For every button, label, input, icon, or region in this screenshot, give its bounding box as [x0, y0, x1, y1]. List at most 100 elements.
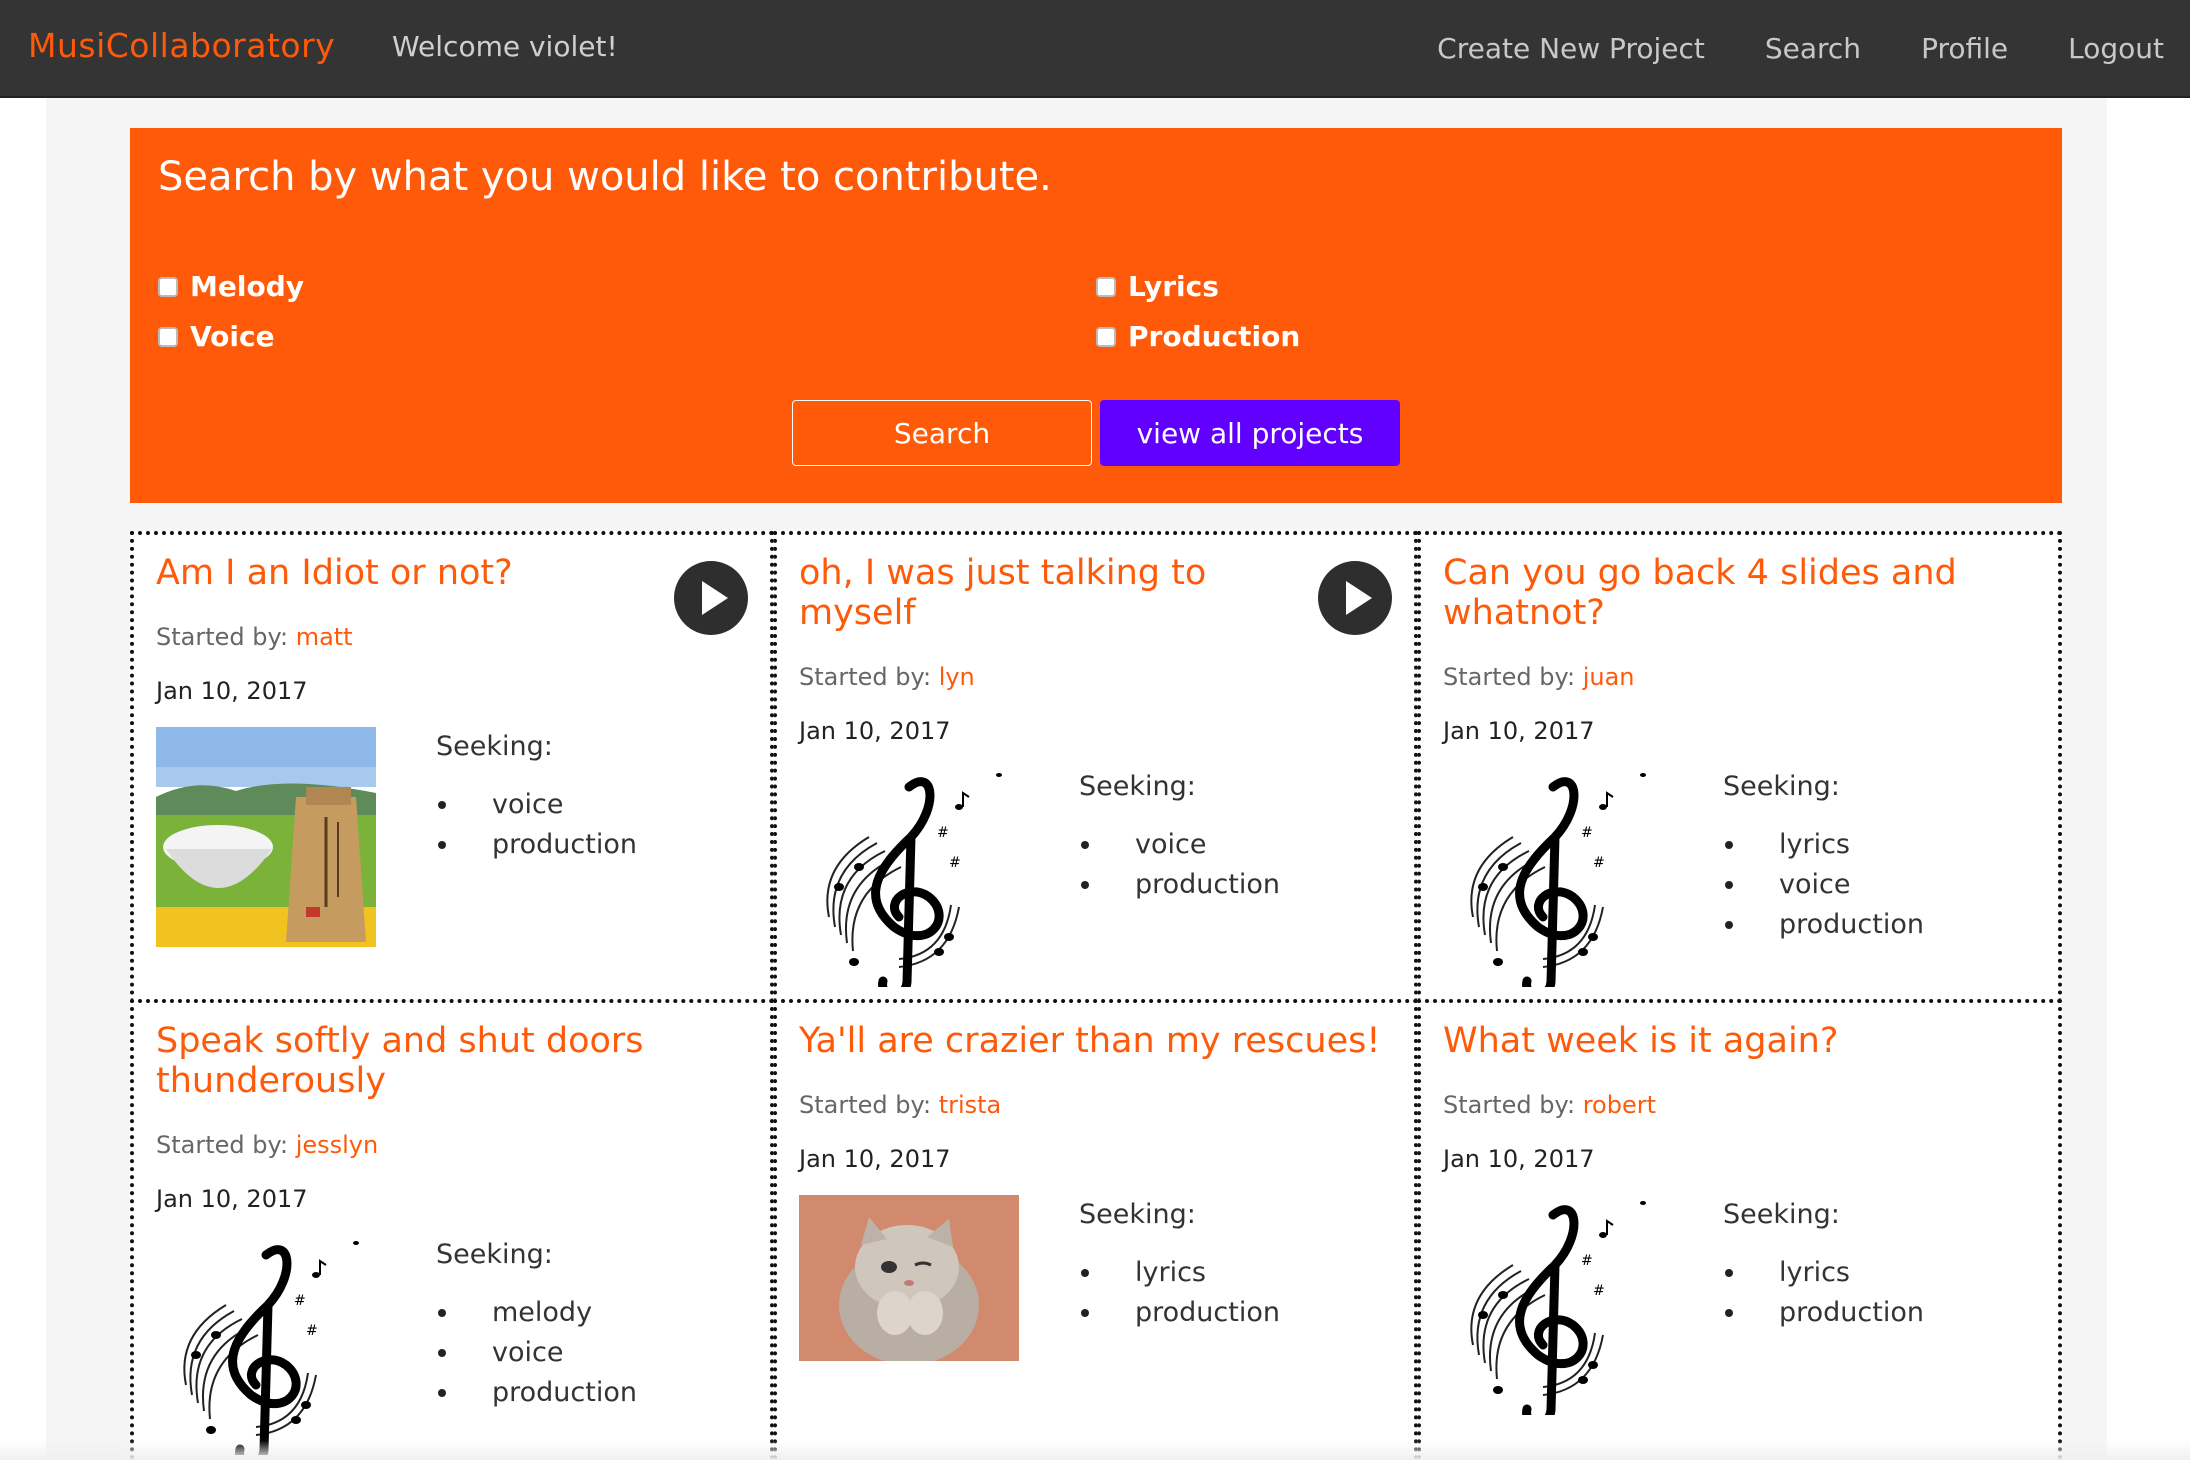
project-image	[799, 767, 1019, 987]
project-title[interactable]: Am I an Idiot or not?	[156, 553, 676, 593]
project-card[interactable]: Am I an Idiot or not? Started by: matt J…	[130, 531, 774, 1003]
welcome-message: Welcome violet!	[392, 30, 618, 63]
melody-label: Melody	[190, 270, 304, 303]
view-all-projects-button[interactable]: view all projects	[1100, 400, 1400, 466]
treble-clef-image	[1443, 1195, 1663, 1415]
play-icon[interactable]	[674, 561, 748, 635]
nav-create-project[interactable]: Create New Project	[1437, 32, 1705, 65]
top-navbar: MusiCollaboratory Welcome violet! Create…	[0, 0, 2190, 98]
project-image	[156, 1235, 376, 1455]
project-card[interactable]: What week is it again? Started by: rober…	[1417, 999, 2062, 1460]
project-image	[799, 1195, 1019, 1361]
option-production[interactable]: Production	[1096, 320, 1300, 353]
started-by-label: Started by:	[156, 623, 289, 651]
search-title: Search by what you would like to contrib…	[158, 154, 1052, 200]
project-image	[1443, 767, 1663, 987]
treble-clef-image	[799, 767, 1019, 987]
started-by: Started by: jesslyn	[156, 1131, 378, 1159]
voice-checkbox[interactable]	[158, 326, 178, 347]
seeking-item: production	[1723, 905, 1924, 945]
project-date: Jan 10, 2017	[799, 717, 951, 745]
seeking-label: Seeking:	[436, 731, 553, 762]
treble-clef-image	[156, 1235, 376, 1455]
seeking-list: melody voice production	[436, 1293, 637, 1413]
started-by-user[interactable]: trista	[939, 1091, 1002, 1119]
started-by: Started by: matt	[156, 623, 353, 651]
nav-logout[interactable]: Logout	[2068, 32, 2164, 65]
project-image	[1443, 1195, 1663, 1415]
bottom-fade	[0, 1440, 2190, 1460]
started-by: Started by: trista	[799, 1091, 1001, 1119]
project-title[interactable]: Speak softly and shut doors thunderously	[156, 1021, 716, 1101]
started-by-user[interactable]: juan	[1583, 663, 1635, 691]
melody-checkbox[interactable]	[158, 276, 178, 297]
seeking-item: voice	[1079, 825, 1280, 865]
seeking-item: production	[436, 825, 637, 865]
seeking-item: production	[1723, 1293, 1924, 1333]
project-title[interactable]: What week is it again?	[1443, 1021, 2003, 1061]
nav-search[interactable]: Search	[1765, 32, 1861, 65]
seeking-item: production	[1079, 1293, 1280, 1333]
rice-bag-photo	[156, 727, 376, 947]
seeking-label: Seeking:	[1723, 1199, 1840, 1230]
started-by-user[interactable]: lyn	[939, 663, 975, 691]
option-lyrics[interactable]: Lyrics	[1096, 270, 1219, 303]
seeking-item: voice	[436, 785, 637, 825]
seeking-label: Seeking:	[1079, 1199, 1196, 1230]
seeking-label: Seeking:	[1723, 771, 1840, 802]
project-date: Jan 10, 2017	[799, 1145, 951, 1173]
started-by: Started by: robert	[1443, 1091, 1656, 1119]
project-date: Jan 10, 2017	[1443, 1145, 1595, 1173]
seeking-list: voice production	[1079, 825, 1280, 905]
production-checkbox[interactable]	[1096, 326, 1116, 347]
seeking-item: lyrics	[1723, 825, 1924, 865]
option-voice[interactable]: Voice	[158, 320, 275, 353]
seeking-item: production	[436, 1373, 637, 1413]
search-panel: Search by what you would like to contrib…	[130, 128, 2062, 503]
seeking-label: Seeking:	[1079, 771, 1196, 802]
seeking-item: production	[1079, 865, 1280, 905]
project-card[interactable]: oh, I was just talking to myself Started…	[773, 531, 1418, 1003]
project-title[interactable]: Can you go back 4 slides and whatnot?	[1443, 553, 2003, 633]
project-date: Jan 10, 2017	[156, 677, 308, 705]
seeking-item: lyrics	[1079, 1253, 1280, 1293]
play-icon[interactable]	[1318, 561, 1392, 635]
production-label: Production	[1128, 320, 1301, 353]
started-by-label: Started by:	[156, 1131, 289, 1159]
lyrics-checkbox[interactable]	[1096, 276, 1116, 297]
started-by-user[interactable]: jesslyn	[296, 1131, 379, 1159]
project-card[interactable]: Can you go back 4 slides and whatnot? St…	[1417, 531, 2062, 1003]
project-date: Jan 10, 2017	[1443, 717, 1595, 745]
seeking-item: melody	[436, 1293, 637, 1333]
project-title[interactable]: Ya'll are crazier than my rescues!	[799, 1021, 1399, 1061]
started-by-user[interactable]: robert	[1583, 1091, 1656, 1119]
nav-links: Create New Project Search Profile Logout	[1437, 0, 2190, 96]
project-title[interactable]: oh, I was just talking to myself	[799, 553, 1299, 633]
started-by-label: Started by:	[1443, 663, 1576, 691]
search-button[interactable]: Search	[792, 400, 1092, 466]
started-by-label: Started by:	[799, 1091, 932, 1119]
started-by: Started by: juan	[1443, 663, 1634, 691]
seeking-item: lyrics	[1723, 1253, 1924, 1293]
seeking-list: lyrics production	[1723, 1253, 1924, 1333]
voice-label: Voice	[190, 320, 275, 353]
seeking-item: voice	[436, 1333, 637, 1373]
seeking-list: voice production	[436, 785, 637, 865]
started-by: Started by: lyn	[799, 663, 975, 691]
project-date: Jan 10, 2017	[156, 1185, 308, 1213]
treble-clef-image	[1443, 767, 1663, 987]
kitten-photo	[799, 1195, 1019, 1361]
nav-profile[interactable]: Profile	[1921, 32, 2008, 65]
option-melody[interactable]: Melody	[158, 270, 304, 303]
brand-logo[interactable]: MusiCollaboratory	[28, 26, 335, 65]
project-card[interactable]: Ya'll are crazier than my rescues! Start…	[773, 999, 1418, 1460]
project-card[interactable]: Speak softly and shut doors thunderously…	[130, 999, 774, 1460]
seeking-item: voice	[1723, 865, 1924, 905]
seeking-list: lyrics production	[1079, 1253, 1280, 1333]
started-by-label: Started by:	[799, 663, 932, 691]
started-by-label: Started by:	[1443, 1091, 1576, 1119]
started-by-user[interactable]: matt	[296, 623, 353, 651]
seeking-label: Seeking:	[436, 1239, 553, 1270]
lyrics-label: Lyrics	[1128, 270, 1219, 303]
project-image	[156, 727, 376, 947]
